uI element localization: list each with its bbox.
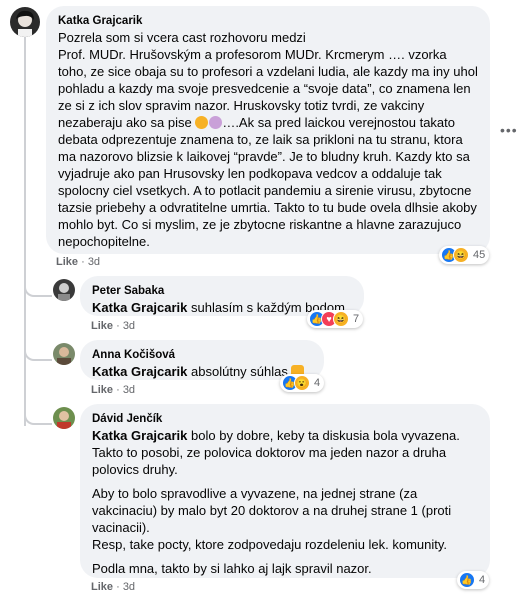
like-button[interactable]: Like	[56, 256, 78, 268]
avatar-david[interactable]	[53, 407, 75, 429]
reactions-summary[interactable]: 👍 😆 45	[439, 246, 490, 264]
reply-author[interactable]: Anna Kočišová	[92, 348, 312, 363]
meta-separator: ·	[116, 581, 120, 593]
reaction-count: 45	[473, 249, 486, 261]
wow-reaction-icon: 😮	[294, 375, 310, 391]
meta-separator: ·	[116, 320, 120, 332]
thread-branch	[24, 407, 52, 425]
reply-bubble: Dávid Jenčík Katka Grajcarik bolo by dob…	[80, 404, 490, 578]
like-button[interactable]: Like	[91, 581, 113, 593]
reply-time[interactable]: 3d	[123, 581, 135, 593]
reactions-summary[interactable]: 👍 😮 4	[280, 374, 325, 392]
haha-reaction-icon: 😆	[333, 311, 349, 327]
haha-reaction-icon: 😆	[453, 247, 469, 263]
mention-link[interactable]: Katka Grajcarik	[92, 300, 187, 315]
reply-paragraph: Aby to bolo spravodlive a vyvazene, na j…	[92, 486, 452, 552]
reply-meta: Like · 3d	[91, 320, 135, 332]
reactions-summary[interactable]: 👍 ♥ 😆 7	[307, 310, 364, 328]
disappointed-face-icon	[195, 116, 209, 129]
more-options-icon[interactable]: •••	[500, 122, 518, 138]
reply-text-part: absolútny súhlas	[187, 364, 292, 379]
reply-paragraph: Podla mna, takto by si lahko aj lajk spr…	[92, 561, 372, 576]
mention-link[interactable]: Katka Grajcarik	[92, 428, 187, 443]
reply-author[interactable]: Peter Sabaka	[92, 284, 352, 299]
comment-text-part: ….Ak sa pred laickou verejnostou takato …	[58, 115, 481, 249]
reaction-count: 4	[479, 574, 486, 586]
thread-branch	[24, 279, 52, 297]
comment-bubble-main: Katka Grajcarik Pozrela som si vcera cas…	[46, 6, 490, 254]
avatar-peter[interactable]	[53, 279, 75, 301]
reaction-count: 7	[353, 313, 360, 325]
meta-separator: ·	[81, 256, 85, 268]
reply-time[interactable]: 3d	[123, 320, 135, 332]
reply-author[interactable]: Dávid Jenčík	[92, 412, 478, 427]
like-button[interactable]: Like	[91, 320, 113, 332]
person-shrugging-icon	[209, 116, 223, 129]
meta-separator: ·	[116, 384, 120, 396]
reply-text: Katka Grajcarik bolo by dobre, keby ta d…	[92, 427, 478, 478]
reply-meta: Like · 3d	[91, 581, 135, 593]
comment-meta: Like · 3d	[56, 256, 100, 268]
reactions-summary[interactable]: 👍 4	[457, 571, 490, 589]
comment-author[interactable]: Katka Grajcarik	[58, 14, 478, 29]
comment-text: Pozrela som si vcera cast rozhovoru medz…	[58, 29, 478, 250]
like-reaction-icon: 👍	[459, 572, 475, 588]
avatar-anna[interactable]	[53, 343, 75, 365]
reply-text: Katka Grajcarik absolútny súhlas	[92, 363, 312, 380]
comment-time[interactable]: 3d	[88, 256, 100, 268]
reply-meta: Like · 3d	[91, 384, 135, 396]
like-button[interactable]: Like	[91, 384, 113, 396]
thread-line	[24, 36, 26, 426]
avatar-katka[interactable]	[10, 7, 40, 37]
thread-branch	[24, 343, 52, 361]
reaction-count: 4	[314, 377, 321, 389]
mention-link[interactable]: Katka Grajcarik	[92, 364, 187, 379]
reply-time[interactable]: 3d	[123, 384, 135, 396]
